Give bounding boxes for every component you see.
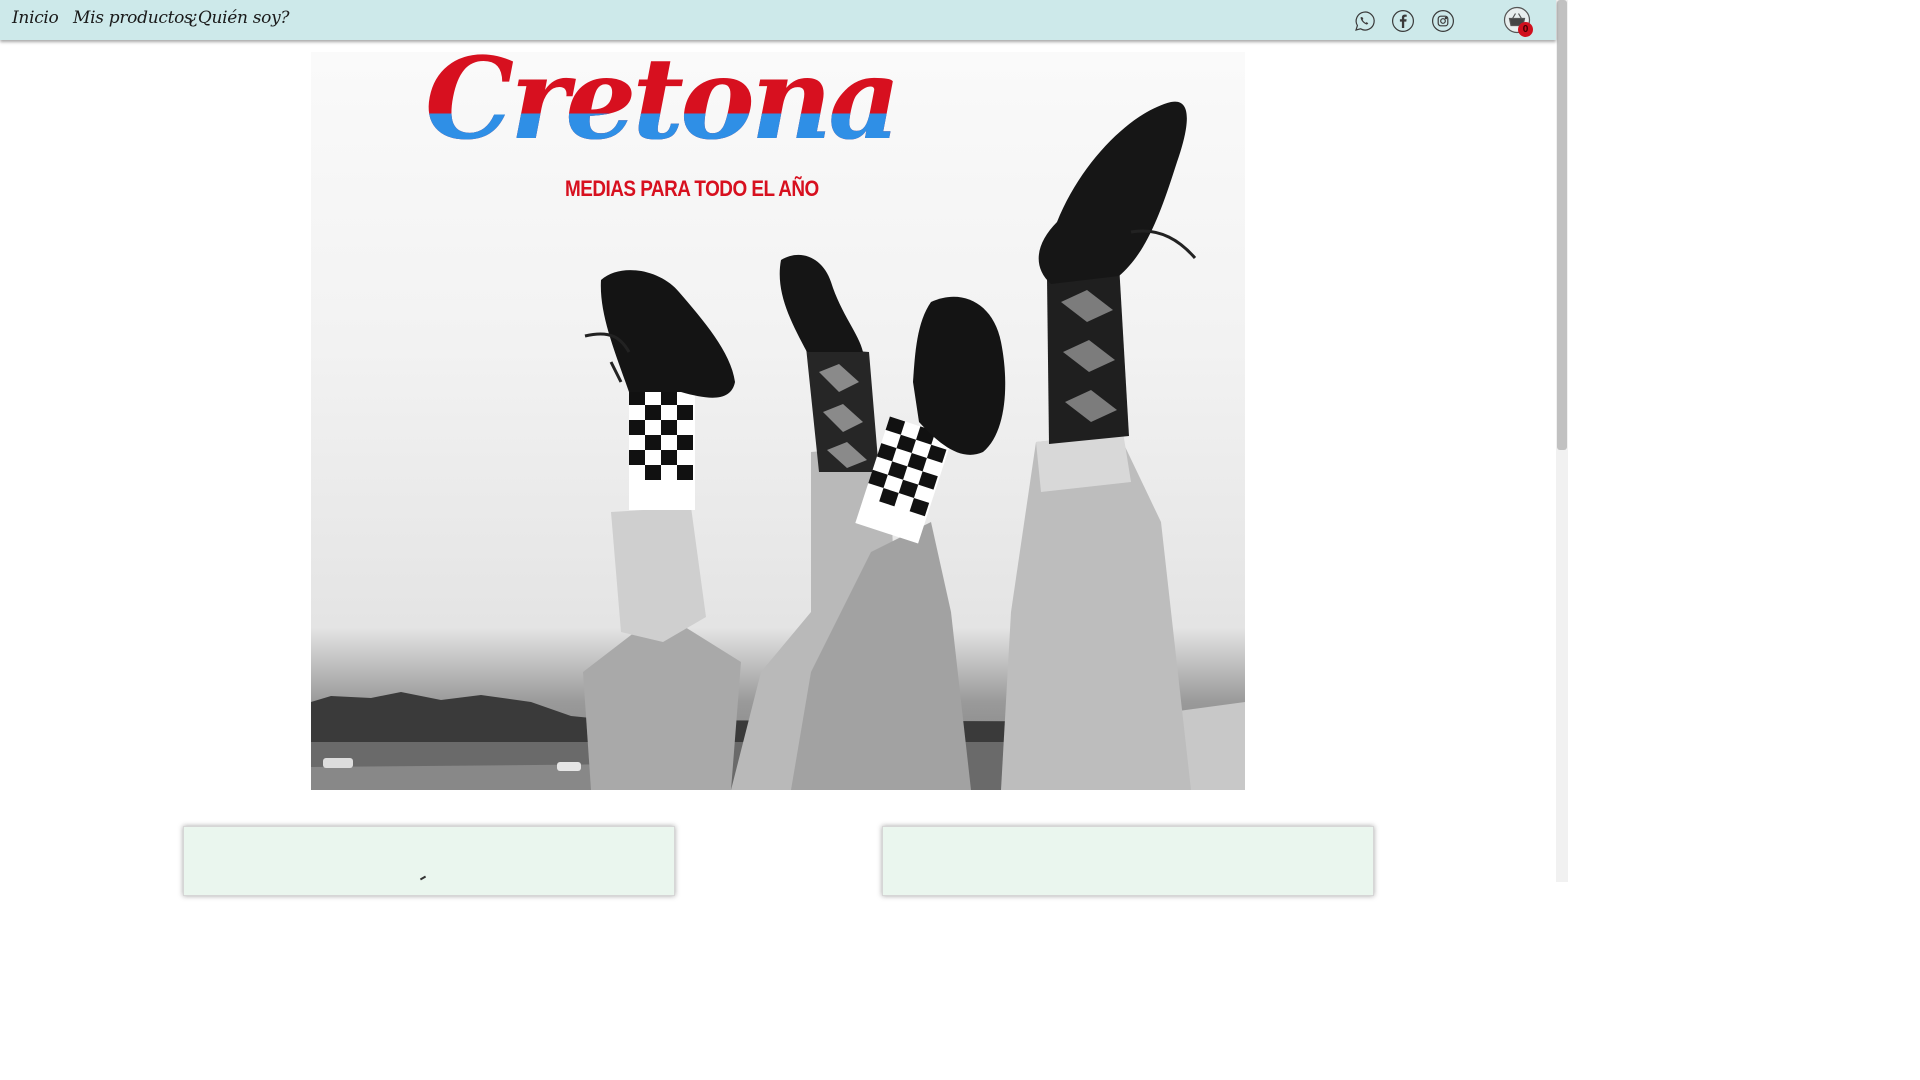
nav-link-quien-soy[interactable]: ¿Quién soy? [189, 8, 290, 28]
product-card[interactable] [183, 826, 675, 896]
cart-button[interactable]: 0 [1503, 6, 1533, 37]
whatsapp-icon[interactable] [1352, 9, 1376, 33]
nav-link-mis-productos[interactable]: Mis productos [73, 8, 193, 28]
instagram-icon[interactable] [1431, 9, 1455, 33]
brand-tagline: MEDIAS PARA TODO EL AÑO [565, 176, 819, 201]
card-accent-mark [419, 875, 427, 881]
cart-count-badge: 0 [1518, 22, 1533, 37]
nav-link-inicio[interactable]: Inicio [12, 8, 59, 28]
brand-logo: Cretona Cretona MEDIAS PARA TODO EL AÑO [425, 44, 901, 212]
facebook-icon[interactable] [1391, 9, 1415, 33]
product-card[interactable] [882, 826, 1374, 896]
scrollbar-thumb[interactable] [1557, 0, 1567, 450]
top-navbar: Inicio Mis productos ¿Quién soy? 0 [0, 0, 1556, 40]
